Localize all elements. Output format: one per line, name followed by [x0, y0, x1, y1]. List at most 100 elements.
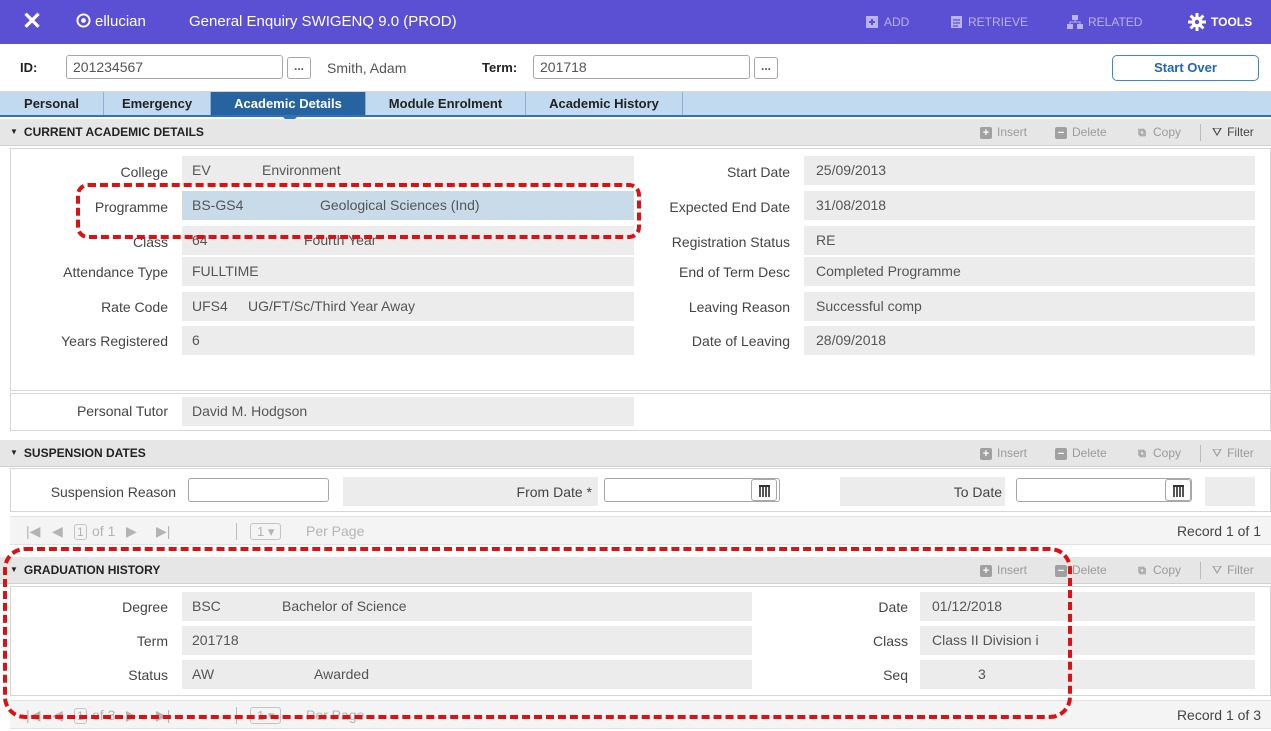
filter-button[interactable]: ⛛ Filter [1212, 440, 1254, 467]
filter-button[interactable]: ⛛ Filter [1212, 119, 1254, 146]
next-page-icon[interactable]: ▶ [126, 517, 137, 546]
tab-academic-details[interactable]: Academic Details [211, 92, 366, 115]
filter-label: Filter [1227, 446, 1254, 460]
personal-tutor-label: Personal Tutor [76, 403, 168, 419]
prev-page-icon[interactable]: ◀ [52, 517, 63, 546]
expected-end-field[interactable]: 31/08/2018 [804, 191, 1255, 220]
tools-button[interactable]: TOOLS [1188, 0, 1252, 44]
insert-icon: + [980, 447, 992, 460]
filter-button[interactable]: ⛛ Filter [1212, 557, 1254, 584]
last-page-icon[interactable]: ▶| [156, 517, 170, 546]
personal-tutor-field[interactable]: David M. Hodgson [182, 397, 634, 426]
copy-button[interactable]: ⧉ Copy [1136, 119, 1181, 146]
rate-code: UFS4 [192, 298, 228, 314]
leaving-reason-label: Leaving Reason [688, 299, 790, 315]
date-of-leaving-value: 28/09/2018 [816, 332, 887, 348]
related-button[interactable]: RELATED [1067, 0, 1142, 44]
page-title: General Enquiry SWIGENQ 9.0 (PROD) [189, 13, 457, 30]
copy-label: Copy [1153, 446, 1182, 460]
copy-label: Copy [1153, 125, 1182, 139]
term-lookup-button[interactable]: ... [754, 57, 778, 79]
calendar-icon[interactable] [1165, 479, 1191, 501]
leaving-reason-value: Successful comp [816, 298, 922, 314]
registration-status-field[interactable]: RE [804, 226, 1255, 255]
copy-label: Copy [1153, 563, 1182, 577]
section-title[interactable]: SUSPENSION DATES [10, 440, 146, 468]
start-over-button[interactable]: Start Over [1112, 55, 1259, 81]
attendance-field[interactable]: FULLTIME [182, 257, 634, 286]
retrieve-icon [951, 16, 962, 28]
tab-personal[interactable]: Personal [0, 92, 104, 115]
delete-button[interactable]: − Delete [1055, 440, 1107, 467]
insert-button[interactable]: + Insert [980, 119, 1027, 146]
start-date-field[interactable]: 25/09/2013 [804, 156, 1255, 185]
filter-label: Filter [1227, 125, 1254, 139]
per-page-label: Per Page [306, 523, 365, 539]
add-label: ADD [884, 15, 910, 29]
close-icon[interactable]: ✕ [22, 0, 42, 44]
delete-button[interactable]: − Delete [1055, 119, 1107, 146]
term-input[interactable]: 201718 [533, 55, 750, 79]
tab-academic-history[interactable]: Academic History [526, 92, 683, 115]
end-term-desc-label: End of Term Desc [678, 264, 790, 280]
years-registered-label: Years Registered [61, 333, 168, 349]
page-number-input[interactable]: 1 [74, 517, 87, 547]
end-term-desc-field[interactable]: Completed Programme [804, 257, 1255, 286]
delete-label: Delete [1072, 446, 1107, 460]
rate-code-field[interactable]: UFS4 UG/FT/Sc/Third Year Away [182, 292, 634, 321]
tab-emergency[interactable]: Emergency [104, 92, 211, 115]
rate-desc: UG/FT/Sc/Third Year Away [248, 298, 416, 314]
leaving-reason-field[interactable]: Successful comp [804, 292, 1255, 321]
page-count: of 1 [92, 523, 116, 539]
copy-button[interactable]: ⧉ Copy [1136, 440, 1181, 467]
filter-label: Filter [1227, 563, 1254, 577]
add-button[interactable]: ADD [865, 0, 909, 44]
insert-label: Insert [997, 446, 1028, 460]
retrieve-button[interactable]: RETRIEVE [950, 0, 1028, 44]
retrieve-label: RETRIEVE [968, 15, 1029, 29]
rate-code-label: Rate Code [101, 299, 168, 315]
delete-label: Delete [1072, 563, 1107, 577]
brand-name: ellucian [95, 13, 146, 30]
divider [1200, 124, 1201, 141]
years-registered-field[interactable]: 6 [182, 326, 634, 355]
calendar-icon[interactable] [751, 479, 777, 501]
divider [1200, 445, 1201, 462]
college-code: EV [192, 162, 211, 178]
college-field[interactable]: EV Environment [182, 156, 634, 185]
divider [1200, 562, 1201, 579]
attendance-label: Attendance Type [63, 264, 168, 280]
years-value: 6 [192, 332, 200, 348]
tab-module-enrolment[interactable]: Module Enrolment [366, 92, 526, 115]
id-input[interactable]: 201234567 [66, 55, 283, 79]
registration-status-value: RE [816, 232, 836, 248]
section-title[interactable]: CURRENT ACADEMIC DETAILS [10, 119, 204, 147]
gear-icon [1188, 13, 1206, 31]
date-of-leaving-field[interactable]: 28/09/2018 [804, 326, 1255, 355]
suspension-pager: |◀ ◀ 1 of 1 ▶ ▶| 1 ▾ Per Page Record 1 o… [10, 516, 1271, 545]
per-page-select[interactable]: 1 ▾ [250, 517, 282, 546]
ellucian-logo-icon [76, 13, 91, 28]
student-name: Smith, Adam [327, 60, 407, 76]
app-header-bar: ✕ ellucian General Enquiry SWIGENQ 9.0 (… [0, 0, 1271, 44]
filter-icon: ⛛ [1212, 125, 1223, 139]
delete-icon: − [1055, 447, 1067, 460]
add-icon [866, 16, 878, 28]
copy-button[interactable]: ⧉ Copy [1136, 557, 1181, 584]
first-page-icon[interactable]: |◀ [26, 517, 40, 546]
date-of-leaving-label: Date of Leaving [691, 333, 790, 349]
programme-highlight-box [76, 183, 641, 239]
record-count: Record 1 of 1 [1176, 523, 1261, 539]
id-lookup-button[interactable]: ... [287, 57, 311, 79]
suspension-reason-label: Suspension Reason [50, 484, 176, 500]
filter-icon: ⛛ [1212, 446, 1223, 460]
to-date-label: To Date [953, 484, 1002, 500]
insert-button[interactable]: + Insert [980, 440, 1027, 467]
college-desc: Environment [262, 162, 341, 178]
attendance-value: FULLTIME [192, 263, 259, 279]
tab-bar: Personal Emergency Academic Details Modu… [0, 92, 1271, 117]
insert-icon: + [980, 126, 992, 139]
delete-label: Delete [1072, 125, 1107, 139]
start-date-value: 25/09/2013 [816, 162, 887, 178]
suspension-reason-input[interactable] [188, 478, 329, 502]
